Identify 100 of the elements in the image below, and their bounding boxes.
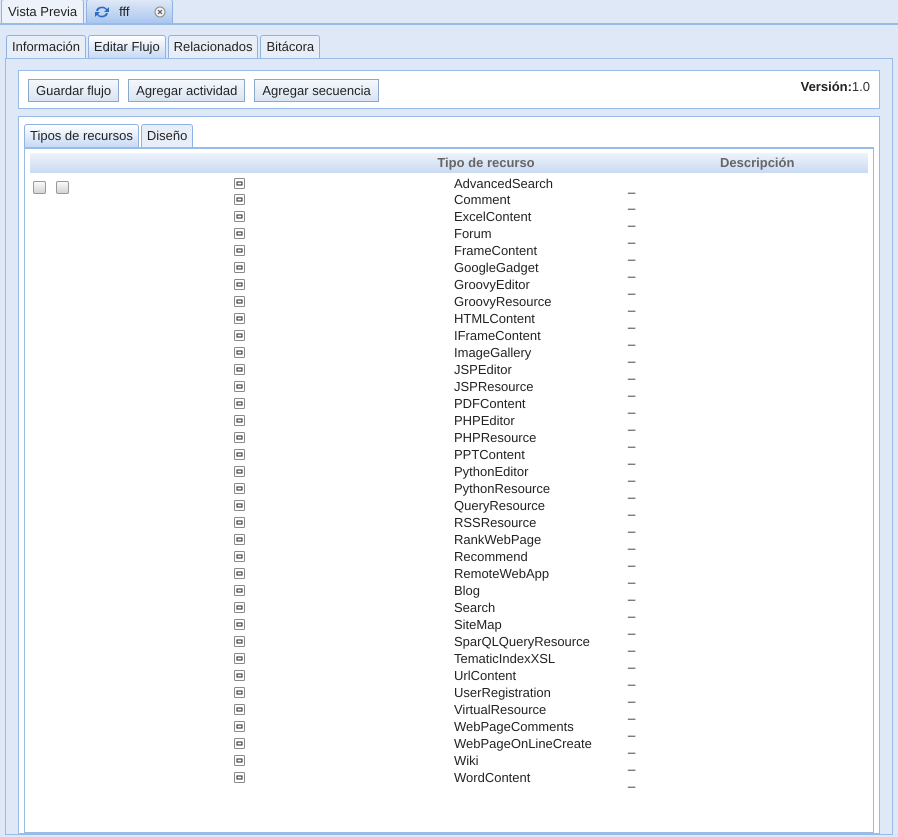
description-text: _ [628, 468, 636, 482]
tab[interactable]: Diseño [140, 124, 194, 147]
tab[interactable]: fff [86, 0, 173, 23]
collapse-icon[interactable] [234, 721, 245, 732]
collapse-icon[interactable] [234, 568, 245, 580]
resource-name: WebPageOnLineCreate [454, 735, 593, 753]
description-text: _ [628, 740, 636, 754]
resource-name: QueryResource [454, 497, 546, 515]
collapse-icon[interactable] [234, 398, 245, 410]
toolbar-button[interactable]: Agregar secuencia [254, 79, 379, 102]
collapse-icon[interactable] [234, 585, 245, 596]
resource-name: PHPEditor [454, 412, 516, 430]
collapse-icon[interactable] [234, 364, 245, 376]
collapse-icon[interactable] [234, 279, 245, 290]
checkbox[interactable] [56, 181, 69, 194]
collapse-icon[interactable] [234, 755, 245, 766]
collapse-icon[interactable] [234, 602, 245, 614]
resource-name: IFrameContent [454, 327, 542, 345]
tab-label: Vista Previa [8, 2, 78, 21]
description-text: _ [628, 180, 636, 193]
collapse-icon[interactable] [234, 687, 245, 698]
description-text: _ [628, 400, 636, 414]
version-value: 1.0 [852, 79, 870, 94]
collapse-icon[interactable] [234, 500, 245, 512]
collapse-icon[interactable] [234, 381, 245, 392]
collapse-icon[interactable] [234, 194, 245, 206]
description-text: _ [628, 570, 636, 584]
resource-name: RankWebPage [454, 531, 542, 549]
tab[interactable]: Relacionados [168, 35, 258, 58]
description-text: _ [628, 536, 636, 550]
resource-name: UserRegistration [454, 684, 552, 702]
collapse-icon[interactable] [234, 211, 245, 222]
collapse-icon[interactable] [234, 262, 245, 274]
collapse-icon[interactable] [234, 551, 245, 562]
resource-name: Blog [454, 582, 482, 600]
collapse-icon[interactable] [234, 178, 245, 189]
collapse-icon[interactable] [234, 296, 245, 308]
resource-name: PHPResource [454, 429, 538, 447]
checkbox[interactable] [33, 181, 46, 194]
resource-name: VirtualResource [454, 701, 548, 719]
resource-name: Search [454, 599, 496, 617]
collapse-icon[interactable] [234, 228, 245, 240]
collapse-icon[interactable] [234, 449, 245, 460]
collapse-icon[interactable] [234, 415, 245, 426]
toolbar-button[interactable]: Guardar flujo [28, 79, 120, 102]
description-text: _ [628, 247, 636, 260]
collapse-icon[interactable] [234, 245, 245, 256]
collapse-icon[interactable] [234, 704, 245, 716]
description-text: _ [628, 604, 636, 618]
description-text: _ [628, 213, 636, 226]
description-text: _ [628, 706, 636, 720]
resource-name: FrameContent [454, 242, 538, 260]
resource-name: PythonEditor [454, 463, 530, 481]
resource-name: PythonResource [454, 480, 552, 498]
description-text: _ [628, 774, 636, 788]
resource-name: PDFContent [454, 395, 527, 413]
close-icon[interactable] [154, 6, 166, 18]
resource-name: SiteMap [454, 616, 503, 634]
description-text: _ [628, 587, 636, 600]
description-text: _ [628, 451, 636, 464]
toolbar-button[interactable]: Agregar actividad [128, 79, 246, 102]
collapse-icon[interactable] [234, 313, 245, 324]
collapse-icon[interactable] [234, 466, 245, 478]
description-text: _ [628, 298, 636, 312]
description-text: _ [628, 553, 636, 566]
collapse-icon[interactable] [234, 772, 245, 784]
resource-name: SparQLQueryResource [454, 633, 591, 651]
tab-label: fff [119, 2, 130, 21]
collapse-icon[interactable] [234, 347, 245, 358]
column-header: Tipo de recurso [437, 154, 535, 172]
description-text: _ [628, 383, 636, 396]
collapse-icon[interactable] [234, 619, 245, 630]
resource-name: Comment [454, 191, 512, 209]
tab[interactable]: Bitácora [260, 35, 320, 58]
description-text: _ [628, 264, 636, 278]
tab[interactable]: Editar Flujo [88, 35, 166, 58]
column-header: Descripción [720, 154, 794, 172]
description-text: _ [628, 485, 636, 498]
collapse-icon[interactable] [234, 670, 245, 682]
collapse-icon[interactable] [234, 432, 245, 444]
resource-name: UrlContent [454, 667, 518, 685]
description-text: _ [628, 638, 636, 652]
collapse-icon[interactable] [234, 330, 245, 342]
description-text: _ [628, 196, 636, 210]
collapse-icon[interactable] [234, 636, 245, 648]
description-text: _ [628, 434, 636, 448]
resource-name: RSSResource [454, 514, 538, 532]
collapse-icon[interactable] [234, 517, 245, 528]
description-text: _ [628, 723, 636, 736]
collapse-icon[interactable] [234, 534, 245, 546]
description-text: _ [628, 349, 636, 362]
resource-name: WordContent [454, 769, 532, 787]
collapse-icon[interactable] [234, 483, 245, 494]
resource-name: GroovyResource [454, 293, 553, 311]
tab[interactable]: Vista Previa [1, 0, 84, 23]
collapse-icon[interactable] [234, 653, 245, 664]
resource-name: JSPEditor [454, 361, 513, 379]
collapse-icon[interactable] [234, 738, 245, 750]
tab[interactable]: Información [6, 35, 86, 58]
tab[interactable]: Tipos de recursos [24, 124, 139, 147]
